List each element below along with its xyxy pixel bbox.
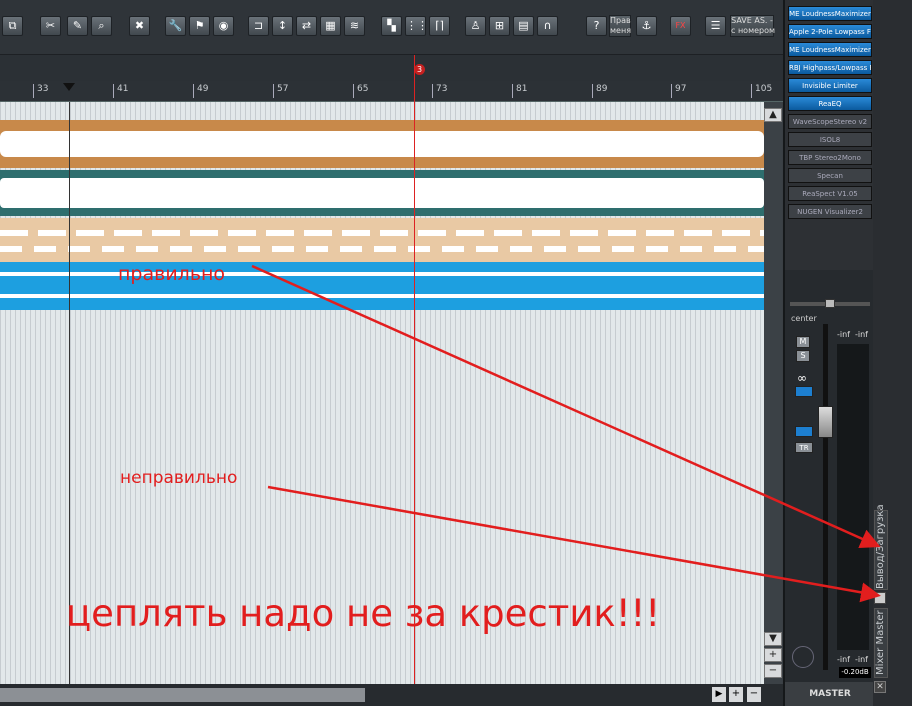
annotation-arrows [251,264,881,603]
arrow-correct [251,264,881,549]
